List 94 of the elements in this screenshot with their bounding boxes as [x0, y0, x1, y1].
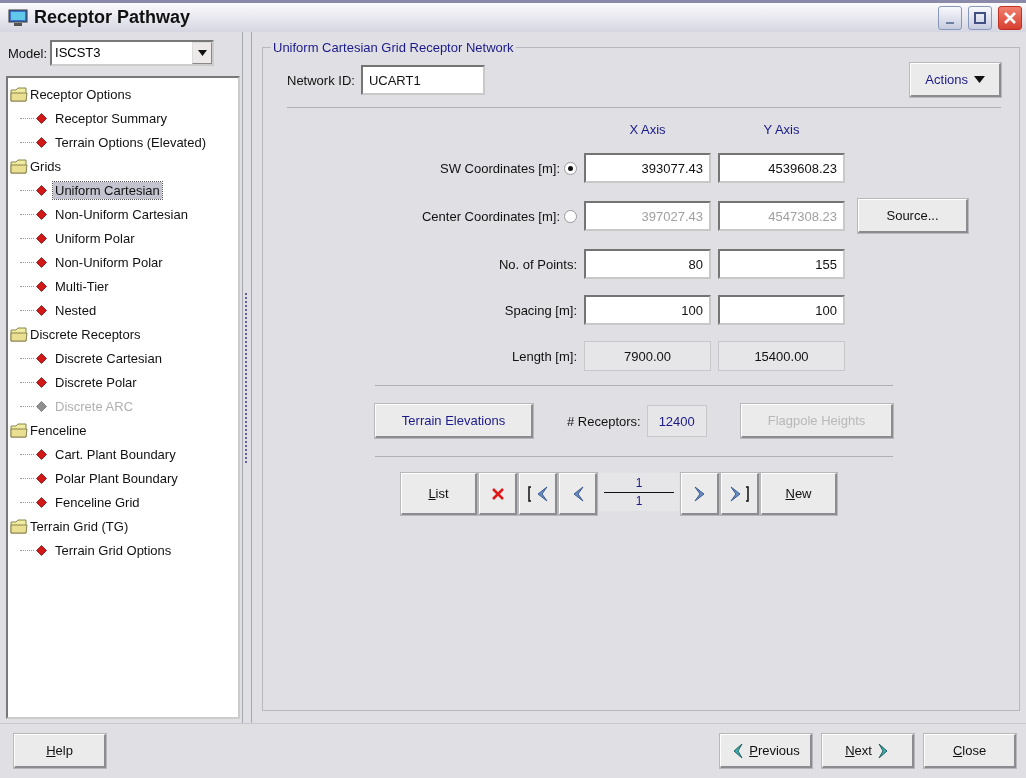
diamond-icon	[36, 376, 47, 388]
radio-button[interactable]	[564, 161, 577, 175]
tree-folder[interactable]: Terrain Grid (TG)	[30, 518, 129, 534]
maximize-icon	[974, 11, 986, 24]
readout-field: 7900.00	[584, 341, 711, 371]
folder-icon	[10, 326, 28, 342]
close-button[interactable]	[998, 5, 1022, 30]
tree-item[interactable]: Polar Plant Boundary	[53, 469, 180, 487]
maximize-button[interactable]	[968, 5, 992, 30]
tree-folder[interactable]: Fenceline	[30, 422, 87, 438]
record-number: 1	[635, 476, 643, 490]
tree-folder[interactable]: Discrete Receptors	[30, 326, 141, 342]
tree-item[interactable]: Fenceline Grid	[53, 493, 142, 511]
tree-folder[interactable]: Receptor Options	[30, 86, 132, 102]
close-icon	[490, 486, 505, 501]
diamond-icon	[36, 496, 47, 508]
close-icon	[1003, 10, 1017, 25]
caret-icon	[197, 50, 207, 56]
row-label: Spacing [m]:	[504, 302, 577, 318]
diamond-icon	[36, 184, 47, 196]
tree-item[interactable]: Terrain Options (Elevated)	[53, 133, 208, 151]
network-id-label: Network ID:	[287, 72, 355, 88]
input-field[interactable]: 100	[718, 295, 845, 325]
panel-title: Uniform Cartesian Grid Receptor Network	[272, 40, 515, 55]
list-button[interactable]: List	[401, 473, 477, 515]
input-field[interactable]: 80	[584, 249, 711, 279]
first-icon	[526, 484, 549, 503]
folder-icon	[10, 158, 28, 174]
input-field[interactable]: 100	[584, 295, 711, 325]
readout-field: 15400.00	[718, 341, 845, 371]
diamond-icon	[36, 400, 47, 412]
monitor-icon	[8, 8, 28, 27]
last-button[interactable]	[721, 473, 759, 515]
tree-item[interactable]: Uniform Polar	[53, 229, 137, 247]
input-field[interactable]: 393077.43	[584, 153, 711, 183]
folder-icon	[10, 518, 28, 534]
tree-item[interactable]: Receptor Summary	[53, 109, 169, 127]
diamond-icon	[36, 232, 47, 244]
column-header: Y Axis	[762, 122, 801, 137]
first-button[interactable]	[519, 473, 557, 515]
column-header: X Axis	[628, 122, 667, 137]
diamond-icon	[36, 136, 47, 148]
tree-item[interactable]: Multi-Tier	[53, 277, 111, 295]
chevron-right-icon	[692, 484, 707, 503]
input-field[interactable]: 4539608.23	[718, 153, 845, 183]
previous-record-button[interactable]	[559, 473, 597, 515]
help-button[interactable]: Help	[14, 734, 106, 768]
model-dropdown[interactable]: ISCST3	[50, 40, 215, 66]
receptors-label: # Receptors:	[567, 413, 641, 429]
input-field[interactable]: 155	[718, 249, 845, 279]
folder-icon	[10, 86, 28, 102]
receptors-count: 12400	[646, 405, 707, 437]
tree-item[interactable]: Discrete Cartesian	[53, 349, 164, 367]
tree-item[interactable]: Nested	[53, 301, 99, 319]
chevron-right-icon	[877, 742, 890, 759]
tree-folder[interactable]: Grids	[30, 158, 62, 174]
row-label: Center Coordinates [m]:	[422, 208, 560, 224]
window-title: Receptor Pathway	[34, 7, 192, 28]
minimize-button[interactable]	[938, 5, 962, 30]
tree-item[interactable]: Cart. Plant Boundary	[53, 445, 178, 463]
network-id-field[interactable]: UCART1	[360, 65, 485, 95]
diamond-icon	[36, 256, 47, 268]
row-label: No. of Points:	[498, 256, 577, 272]
terrain-elevations-button[interactable]: Terrain Elevations	[375, 404, 533, 438]
diamond-icon	[36, 280, 47, 292]
close-dialog-button[interactable]: Close	[924, 734, 1016, 768]
diamond-icon	[36, 352, 47, 364]
row-label: SW Coordinates [m]:	[440, 160, 560, 176]
chevron-left-icon	[731, 742, 744, 759]
minimize-icon	[946, 21, 954, 24]
actions-button[interactable]: Actions	[910, 63, 1001, 97]
caret-icon	[974, 76, 985, 83]
folder-icon	[10, 422, 28, 438]
diamond-icon	[36, 304, 47, 316]
last-icon	[728, 484, 751, 503]
record-total: 1	[635, 494, 643, 508]
row-label: Length [m]:	[511, 348, 577, 364]
tree-item[interactable]: Discrete Polar	[53, 373, 139, 391]
previous-button[interactable]: Previous	[720, 734, 812, 768]
tree-item[interactable]: Uniform Cartesian	[53, 181, 162, 199]
diamond-icon	[36, 208, 47, 220]
diamond-icon	[36, 544, 47, 556]
diamond-icon	[36, 448, 47, 460]
next-button[interactable]: Next	[822, 734, 914, 768]
next-record-button[interactable]	[681, 473, 719, 515]
tree-item[interactable]: Non-Uniform Polar	[53, 253, 165, 271]
model-label: Model:	[8, 45, 48, 61]
diamond-icon	[36, 472, 47, 484]
tree-item[interactable]: Non-Uniform Cartesian	[53, 205, 190, 223]
splitter[interactable]	[242, 32, 252, 723]
delete-button[interactable]	[479, 473, 517, 515]
new-button[interactable]: New	[761, 473, 837, 515]
diamond-icon	[36, 112, 47, 124]
tree-item[interactable]: Terrain Grid Options	[53, 541, 174, 559]
